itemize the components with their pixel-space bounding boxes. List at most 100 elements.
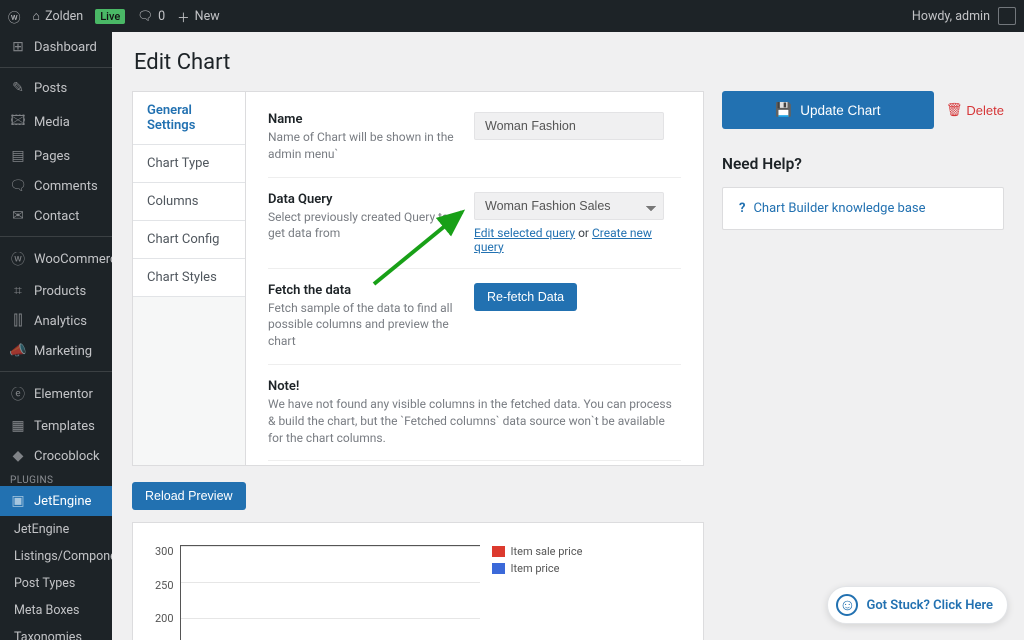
wordpress-icon: ⓦ [8,7,21,26]
sidebar-label: Media [34,115,70,130]
refetch-button[interactable]: Re-fetch Data [474,283,577,311]
sidebar-label: Comments [34,179,98,194]
sub-listings[interactable]: Listings/Components [0,543,112,570]
chart-canvas [180,545,480,640]
sidebar-item-pages[interactable]: ▤ Pages [0,141,112,171]
sidebar-label: Pages [34,149,70,164]
mail-icon: ✉ [10,208,26,224]
sidebar-item-dashboard[interactable]: ⊞ Dashboard [0,32,112,62]
templates-icon: ▦ [10,418,26,434]
home-icon: ⌂ [33,9,41,24]
got-stuck-widget[interactable]: Got Stuck? Click Here [827,586,1008,624]
smiley-icon [836,594,858,616]
sidebar-item-jetengine[interactable]: ▣ JetEngine [0,486,112,516]
sidebar-label: WooCommerce [34,252,112,267]
sidebar-item-crocoblock[interactable]: ◆ Crocoblock [0,441,112,471]
dashboard-icon: ⊞ [10,39,26,55]
settings-panel: General Settings Chart Type Columns Char… [132,91,704,466]
sub-posttypes[interactable]: Post Types [0,570,112,597]
sidebar-label: Contact [34,209,79,224]
pin-icon: ✎ [10,80,26,96]
trash-icon: 🗑 [946,102,963,118]
tab-columns[interactable]: Columns [133,183,245,221]
live-badge[interactable]: Live [95,9,125,24]
update-label: Update Chart [800,103,880,118]
sidebar-label: Dashboard [34,40,97,55]
woo-icon: ⓦ [10,249,26,269]
chart-name-input[interactable] [474,112,664,140]
sidebar-label: Analytics [34,314,87,329]
sidebar-item-templates[interactable]: ▦ Templates [0,411,112,441]
data-query-select[interactable]: Woman Fashion Sales [474,192,664,220]
sidebar-item-woocommerce[interactable]: ⓦ WooCommerce [0,242,112,276]
sub-metaboxes[interactable]: Meta Boxes [0,597,112,624]
media-icon: 🖾 [10,110,26,134]
chart-legend: Item sale priceItem price [492,545,583,640]
help-box: ? Chart Builder knowledge base [722,187,1004,230]
analytics-icon: ⫿⫿ [10,313,26,329]
sidebar-label: JetEngine [34,494,91,509]
sidebar-item-contact[interactable]: ✉ Contact [0,201,112,231]
sidebar-item-products[interactable]: ⌗ Products [0,276,112,306]
sidebar-item-comments[interactable]: 🗨 Comments [0,171,112,201]
data-query-label: Data Query [268,192,454,207]
got-stuck-label: Got Stuck? Click Here [866,598,993,613]
tab-chart-config[interactable]: Chart Config [133,221,245,259]
tab-chart-styles[interactable]: Chart Styles [133,259,245,297]
save-icon: 💾 [775,102,792,118]
page-title: Edit Chart [134,50,1004,75]
sidebar-item-posts[interactable]: ✎ Posts [0,73,112,103]
reload-preview-button[interactable]: Reload Preview [132,482,246,510]
note-label: Note! [268,379,681,394]
sidebar-label: Elementor [34,387,93,402]
site-link[interactable]: ⌂ Zolden [33,9,84,24]
site-name: Zolden [45,9,83,24]
admin-sidebar: ⊞ Dashboard ✎ Posts 🖾 Media ▤ Pages 🗨 Comment… [0,32,112,640]
sub-jetengine[interactable]: JetEngine [0,516,112,543]
delete-button[interactable]: 🗑Delete [946,102,1004,118]
sidebar-label: Marketing [34,344,92,359]
kb-link[interactable]: Chart Builder knowledge base [753,201,925,216]
wp-logo[interactable]: ⓦ [8,7,21,26]
comments-count: 0 [158,9,165,24]
delete-label: Delete [966,103,1004,118]
plugins-section-label: PLUGINS [0,471,112,486]
name-description: Name of Chart will be shown in the admin… [268,129,454,163]
sub-taxonomies[interactable]: Taxonomies [0,624,112,640]
tab-general-settings[interactable]: General Settings [133,92,245,145]
jetengine-icon: ▣ [10,493,26,509]
sidebar-item-analytics[interactable]: ⫿⫿ Analytics [0,306,112,336]
sidebar-label: Templates [34,419,95,434]
admin-bar: ⓦ ⌂Zolden Live 🗨0 ＋New Howdy, admin [0,0,1024,32]
edit-query-link[interactable]: Edit selected query [474,226,575,240]
need-help-heading: Need Help? [722,155,1004,173]
comment-icon: 🗨 [137,9,153,24]
sidebar-item-elementor[interactable]: ⓔ Elementor [0,377,112,411]
tab-chart-type[interactable]: Chart Type [133,145,245,183]
fetch-description: Fetch sample of the data to find all pos… [268,300,454,350]
crocoblock-icon: ◆ [10,448,26,464]
sidebar-label: Products [34,284,86,299]
update-chart-button[interactable]: 💾 Update Chart [722,91,934,129]
new-label: New [195,9,220,24]
avatar[interactable] [998,7,1016,25]
sidebar-item-marketing[interactable]: 📣 Marketing [0,336,112,366]
sidebar-label: Posts [34,81,67,96]
question-icon: ? [739,201,745,216]
sidebar-label: Crocoblock [34,449,100,464]
megaphone-icon: 📣 [10,343,26,359]
chat-icon: 🗨 [10,178,26,194]
product-icon: ⌗ [10,283,26,299]
howdy-text[interactable]: Howdy, admin [912,9,990,24]
page-icon: ▤ [10,148,26,164]
data-query-description: Select previously created Query to get d… [268,209,454,243]
note-description: We have not found any visible columns in… [268,396,681,446]
new-content-link[interactable]: ＋ New [177,7,219,26]
elementor-icon: ⓔ [10,384,26,404]
comments-link[interactable]: 🗨0 [137,9,165,24]
or-text: or [575,226,592,240]
name-label: Name [268,112,454,127]
fetch-label: Fetch the data [268,283,454,298]
sidebar-item-media[interactable]: 🖾 Media [0,103,112,141]
plus-icon: ＋ [177,7,190,26]
